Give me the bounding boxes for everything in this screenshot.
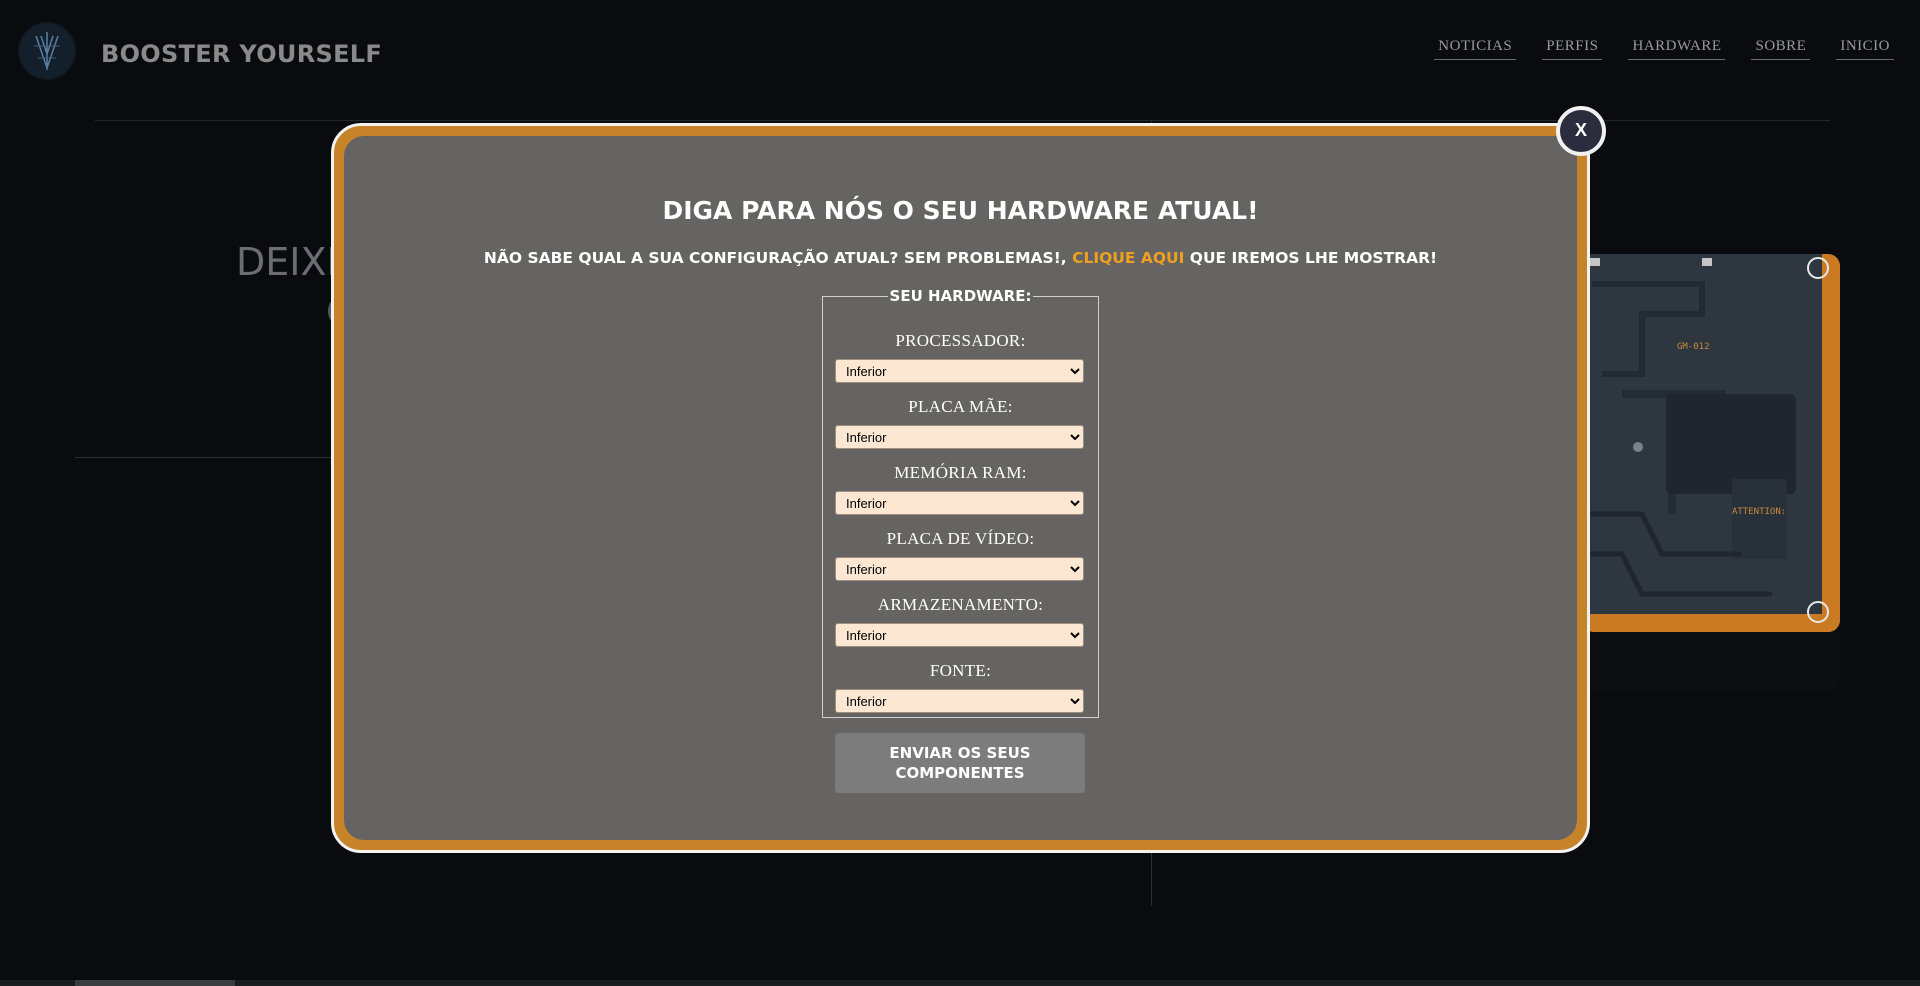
submit-components-button[interactable]: ENVIAR OS SEUS COMPONENTES	[835, 733, 1085, 793]
subtitle-text-before: NÃO SABE QUAL A SUA CONFIGURAÇÃO ATUAL? …	[483, 249, 1073, 267]
field-label: MEMÓRIA RAM:	[894, 463, 1027, 482]
armazenamento-select[interactable]: Inferior	[835, 623, 1084, 647]
horizontal-scrollbar[interactable]	[0, 980, 1920, 986]
placa-mae-select[interactable]: Inferior	[835, 425, 1084, 449]
field-label: PROCESSADOR:	[895, 331, 1026, 350]
memoria-ram-select[interactable]: Inferior	[835, 491, 1084, 515]
click-here-link[interactable]: CLIQUE AQUI	[1072, 249, 1184, 267]
field-label: PLACA DE VÍDEO:	[886, 529, 1035, 548]
nav-noticias[interactable]: NOTICIAS	[1434, 38, 1517, 60]
svg-text:ATTENTION:: ATTENTION:	[1732, 507, 1786, 517]
image-shadow	[1582, 632, 1840, 690]
motherboard-image: GM-012 ATTENTION:	[1582, 254, 1840, 632]
fieldset-legend: SEU HARDWARE:	[889, 287, 1032, 305]
field-label: FONTE:	[929, 661, 992, 680]
modal-subtitle: NÃO SABE QUAL A SUA CONFIGURAÇÃO ATUAL? …	[344, 249, 1577, 267]
subtitle-text-after: QUE IREMOS LHE MOSTRAR!	[1184, 249, 1438, 267]
field-armazenamento: ARMAZENAMENTO: Inferior	[823, 595, 1098, 647]
logo-icon[interactable]	[20, 24, 74, 78]
nav-sobre[interactable]: SOBRE	[1751, 38, 1811, 60]
field-placa-mae: PLACA MÃE: Inferior	[823, 397, 1098, 449]
nav-perfis[interactable]: PERFIS	[1542, 38, 1603, 60]
field-memoria-ram: MEMÓRIA RAM: Inferior	[823, 463, 1098, 515]
field-label: PLACA MÃE:	[908, 397, 1013, 416]
brand-name[interactable]: BOOSTER YOURSELF	[101, 40, 382, 68]
page: BOOSTER YOURSELF NOTICIAS PERFIS HARDWAR…	[0, 0, 1920, 986]
placa-de-video-select[interactable]: Inferior	[835, 557, 1084, 581]
field-processador: PROCESSADOR: Inferior	[823, 331, 1098, 383]
processador-select[interactable]: Inferior	[835, 359, 1084, 383]
main-nav: NOTICIAS PERFIS HARDWARE SOBRE INICIO	[1434, 38, 1894, 60]
field-placa-de-video: PLACA DE VÍDEO: Inferior	[823, 529, 1098, 581]
hardware-fieldset: SEU HARDWARE: PROCESSADOR: Inferior PLAC…	[822, 287, 1099, 718]
svg-text:GM-012: GM-012	[1677, 342, 1710, 352]
nav-inicio[interactable]: INICIO	[1836, 38, 1894, 60]
fonte-select[interactable]: Inferior	[835, 689, 1084, 713]
scrollbar-thumb[interactable]	[75, 980, 235, 986]
nav-hardware[interactable]: HARDWARE	[1628, 38, 1726, 60]
close-button[interactable]: X	[1556, 106, 1606, 156]
divider	[75, 457, 335, 458]
field-label: ARMAZENAMENTO:	[877, 595, 1044, 614]
modal-title: DIGA PARA NÓS O SEU HARDWARE ATUAL!	[662, 196, 1259, 225]
field-fonte: FONTE: Inferior	[823, 661, 1098, 713]
